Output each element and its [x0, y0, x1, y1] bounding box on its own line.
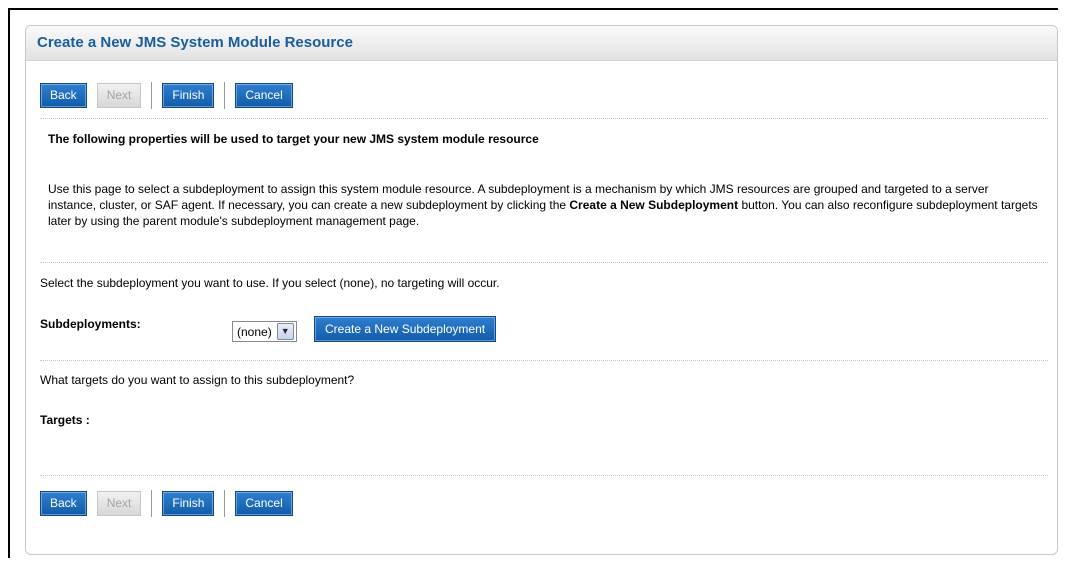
top-toolbar: Back Next Finish Cancel: [40, 82, 303, 109]
create-new-subdeployment-button[interactable]: Create a New Subdeployment: [314, 316, 497, 342]
intro-heading: The following properties will be used to…: [48, 132, 539, 146]
subdeployments-select[interactable]: (none) ▼: [232, 321, 297, 342]
bottom-toolbar: Back Next Finish Cancel: [40, 490, 303, 517]
next-button: Next: [96, 491, 142, 516]
back-button[interactable]: Back: [40, 491, 87, 516]
cancel-button[interactable]: Cancel: [235, 491, 293, 516]
finish-button[interactable]: Finish: [162, 491, 215, 516]
divider: [40, 475, 1048, 476]
subdeployments-selected-value: (none): [237, 324, 272, 339]
cancel-button[interactable]: Cancel: [235, 83, 293, 108]
chevron-down-icon[interactable]: ▼: [276, 323, 294, 340]
wizard-panel: Create a New JMS System Module Resource …: [25, 25, 1058, 555]
targets-question: What targets do you want to assign to th…: [40, 373, 355, 387]
toolbar-separator: [224, 82, 226, 109]
subdeployments-label: Subdeployments:: [40, 317, 141, 331]
select-instruction: Select the subdeployment you want to use…: [40, 276, 500, 290]
toolbar-separator: [151, 490, 153, 517]
divider: [40, 262, 1048, 263]
toolbar-separator: [224, 490, 226, 517]
page-title: Create a New JMS System Module Resource: [26, 26, 1057, 61]
divider: [40, 118, 1048, 119]
toolbar-separator: [151, 82, 153, 109]
description-text: Use this page to select a subdeployment …: [48, 181, 1038, 229]
finish-button[interactable]: Finish: [162, 83, 215, 108]
targets-label: Targets :: [40, 413, 90, 427]
back-button[interactable]: Back: [40, 83, 87, 108]
next-button: Next: [96, 83, 142, 108]
description-bold: Create a New Subdeployment: [569, 198, 739, 212]
divider: [40, 360, 1048, 361]
